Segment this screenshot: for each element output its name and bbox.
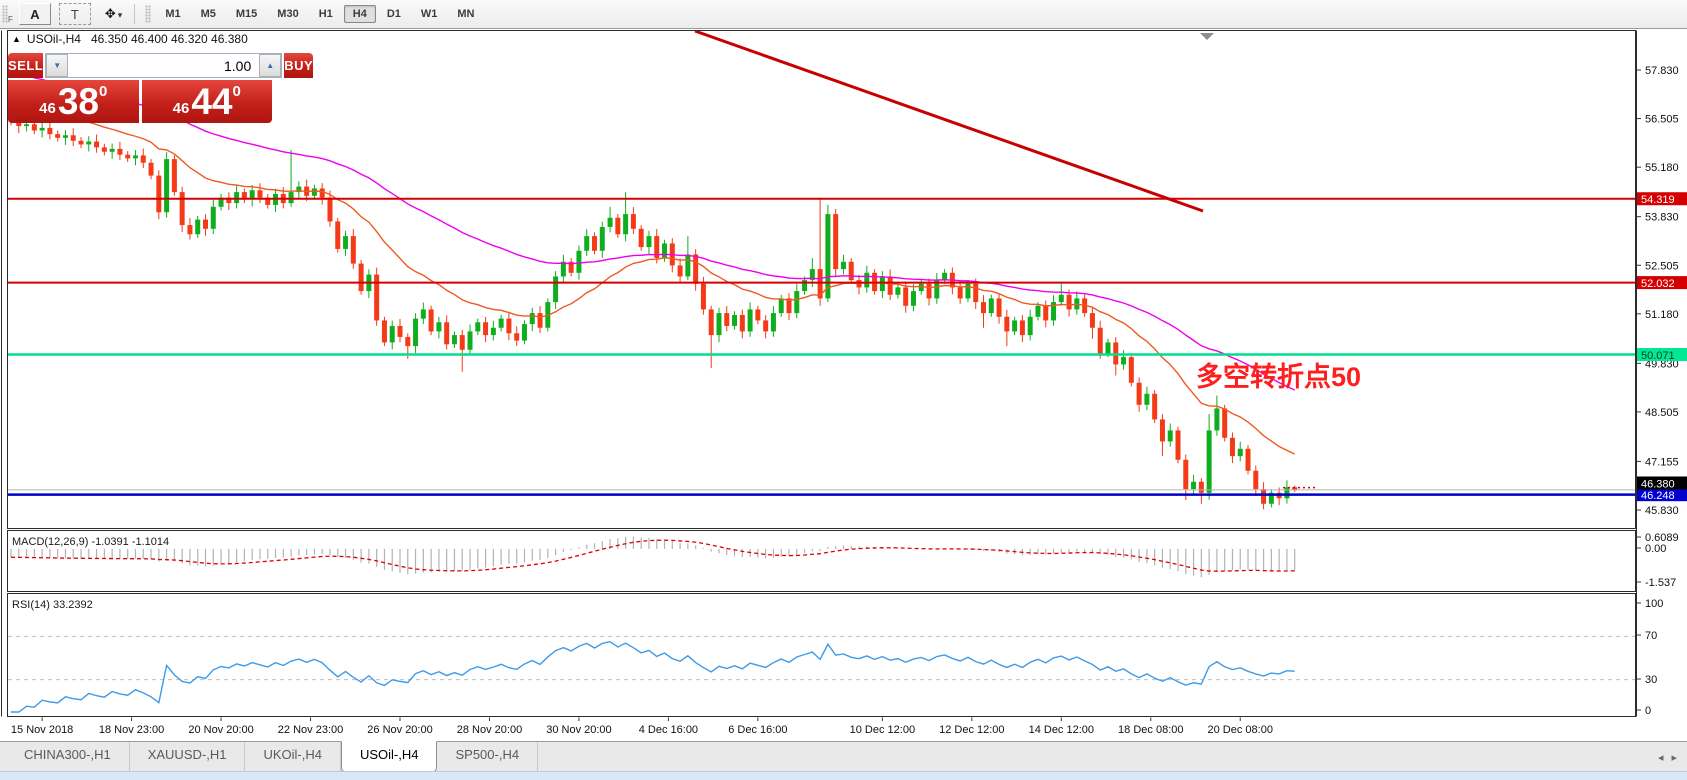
time-axis-label: 15 Nov 2018 <box>11 724 73 736</box>
tab-scroll-left-icon[interactable]: ◂ <box>1658 751 1664 764</box>
tab-china300-h1[interactable]: CHINA300-,H1 <box>6 742 130 772</box>
text-object-button[interactable]: T <box>59 3 91 25</box>
scroll-end-marker-icon[interactable] <box>1200 33 1214 40</box>
timeframe-m15[interactable]: M15 <box>227 5 266 23</box>
rsi-scale-label: 30 <box>1645 674 1657 686</box>
buy-price-box[interactable]: 46 44 0 <box>142 80 273 123</box>
rsi-pane-border <box>8 594 1636 717</box>
time-axis-label: 18 Nov 23:00 <box>99 724 164 736</box>
macd-scale-label: 0.00 <box>1645 543 1666 555</box>
time-axis-label: 12 Dec 12:00 <box>939 724 1004 736</box>
price-tick-label: 47.155 <box>1645 456 1679 468</box>
buy-price-integer: 46 <box>173 100 190 117</box>
svg-text:52.032: 52.032 <box>1641 278 1675 290</box>
timeframe-d1[interactable]: D1 <box>378 5 410 23</box>
buy-price-pip: 0 <box>233 83 241 100</box>
rsi-layer <box>8 636 1635 712</box>
time-axis-label: 20 Dec 08:00 <box>1208 724 1273 736</box>
timeframe-bar: M1M5M15M30H1H4D1W1MN <box>155 5 484 23</box>
volume-stepper: ▼ ▲ <box>45 53 282 78</box>
rsi-scale-label: 100 <box>1645 598 1663 610</box>
status-bar <box>0 771 1687 780</box>
candles-layer <box>1 99 1298 510</box>
timeframe-mn[interactable]: MN <box>448 5 483 23</box>
svg-text:50.071: 50.071 <box>1641 350 1675 362</box>
time-axis-label: 6 Dec 16:00 <box>728 724 787 736</box>
sell-price-pip: 0 <box>99 83 107 100</box>
volume-up-icon[interactable]: ▲ <box>259 54 281 77</box>
sell-price-main: 38 <box>58 83 99 121</box>
chart-tabs: CHINA300-,H1XAUUSD-,H1UKOil-,H4USOil-,H4… <box>0 742 538 772</box>
rsi-line <box>11 642 1295 712</box>
price-tick-label: 51.180 <box>1645 309 1679 321</box>
toolbar: F A T ✥ ▾ M1M5M15M30H1H4D1W1MN <box>0 0 1687 29</box>
price-tick-label: 48.505 <box>1645 407 1679 419</box>
descending-trendline[interactable] <box>695 31 1203 211</box>
sell-price-integer: 46 <box>39 100 56 117</box>
time-axis-label: 30 Nov 20:00 <box>546 724 611 736</box>
timeframe-h4[interactable]: H4 <box>344 5 376 23</box>
price-tick-label: 45.830 <box>1645 505 1679 517</box>
svg-text:54.319: 54.319 <box>1641 194 1675 206</box>
chart-ohlc-values: 46.350 46.400 46.320 46.380 <box>91 32 248 46</box>
timeframe-h1[interactable]: H1 <box>310 5 342 23</box>
toolbar-grip-icon-2[interactable] <box>145 5 151 23</box>
symbol-marker-icon: ▲ <box>12 34 21 44</box>
time-axis-label: 10 Dec 12:00 <box>850 724 915 736</box>
rsi-label: RSI(14) 33.2392 <box>12 599 93 611</box>
sell-button[interactable]: SELL <box>8 53 43 78</box>
macd-label: MACD(12,26,9) -1.0391 -1.1014 <box>12 536 169 548</box>
rsi-scale-label: 70 <box>1645 630 1657 642</box>
time-axis-label: 14 Dec 12:00 <box>1029 724 1094 736</box>
chart-tab-bar: CHINA300-,H1XAUUSD-,H1UKOil-,H4USOil-,H4… <box>0 741 1687 772</box>
chart-symbol-label: USOil-,H4 <box>27 32 81 46</box>
tab-xauusd-h1[interactable]: XAUUSD-,H1 <box>130 742 246 772</box>
buy-button[interactable]: BUY <box>284 53 313 78</box>
tab-scroll-arrows: ◂ ▸ <box>1658 742 1677 772</box>
tab-usoil-h4[interactable]: USOil-,H4 <box>341 741 438 772</box>
time-axis-label: 20 Nov 20:00 <box>188 724 253 736</box>
price-tick-label: 56.505 <box>1645 114 1679 126</box>
tab-scroll-right-icon[interactable]: ▸ <box>1671 751 1677 764</box>
tab-sp500-h4[interactable]: SP500-,H4 <box>437 742 538 772</box>
buy-price-main: 44 <box>191 83 232 121</box>
annotation-text[interactable]: 多空转折点50 <box>1196 361 1361 392</box>
text-label-button[interactable]: A <box>19 3 51 25</box>
toolbar-f-label: F <box>8 15 13 24</box>
macd-scale-label: -1.537 <box>1645 577 1676 589</box>
macd-layer <box>11 537 1295 578</box>
shapes-tool-icon[interactable]: ✥ <box>105 6 116 22</box>
toolbar-separator <box>134 4 135 24</box>
time-axis-label: 22 Nov 23:00 <box>278 724 343 736</box>
one-click-trade-panel: SELL ▼ ▲ BUY 46 38 0 46 44 0 <box>8 53 272 123</box>
timeframe-m1[interactable]: M1 <box>156 5 189 23</box>
timeframe-m30[interactable]: M30 <box>268 5 307 23</box>
svg-text:46.380: 46.380 <box>1641 479 1675 491</box>
price-tick-label: 55.180 <box>1645 162 1679 174</box>
time-axis-label: 28 Nov 20:00 <box>457 724 522 736</box>
dropdown-caret-icon[interactable]: ▾ <box>118 10 123 21</box>
volume-down-icon[interactable]: ▼ <box>46 54 68 77</box>
timeframe-m5[interactable]: M5 <box>192 5 225 23</box>
macd-pane-border <box>8 531 1636 592</box>
svg-text:46.248: 46.248 <box>1641 490 1675 502</box>
volume-input[interactable] <box>68 54 259 77</box>
tab-ukoil-h4[interactable]: UKOil-,H4 <box>245 742 341 772</box>
rsi-scale-label: 0 <box>1645 705 1651 717</box>
time-axis-label: 18 Dec 08:00 <box>1118 724 1183 736</box>
chart-header: ▲ USOil-,H4 46.350 46.400 46.320 46.380 <box>12 32 248 46</box>
price-tick-label: 53.830 <box>1645 212 1679 224</box>
price-tick-label: 52.505 <box>1645 260 1679 272</box>
ma-fast-line <box>11 98 1295 454</box>
timeframe-w1[interactable]: W1 <box>412 5 447 23</box>
sell-price-box[interactable]: 46 38 0 <box>8 80 139 123</box>
mt4-window: F A T ✥ ▾ M1M5M15M30H1H4D1W1MN 多空转折点50 57… <box>0 0 1687 780</box>
macd-signal-line <box>11 540 1295 571</box>
price-tick-label: 57.830 <box>1645 65 1679 77</box>
time-axis-label: 4 Dec 16:00 <box>639 724 698 736</box>
time-axis-label: 26 Nov 20:00 <box>367 724 432 736</box>
